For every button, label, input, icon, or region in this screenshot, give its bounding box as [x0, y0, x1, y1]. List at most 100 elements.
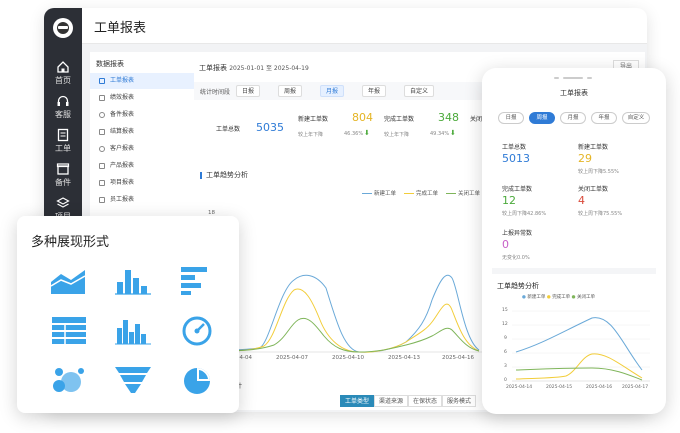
doc-icon — [99, 95, 105, 101]
new-sub: 较上年下降 — [298, 132, 324, 138]
tab-channel[interactable]: 渠道来源 — [374, 395, 408, 407]
new-value: 804 — [352, 111, 373, 124]
period-yearly-button[interactable]: 年报 — [362, 85, 386, 97]
phone-trend-panel: 工单趋势分析 ● 新建工单 ● 完成工单 ● 关闭工单 15 12 9 6 3 … — [492, 274, 656, 404]
phone-title: 工单报表 — [560, 89, 588, 97]
phone-tab-yearly[interactable]: 年报 — [591, 112, 617, 124]
total-value: 5035 — [256, 121, 284, 134]
phone-tab-weekly[interactable]: 周报 — [529, 112, 555, 124]
phone-new-label: 新建工单数 — [578, 144, 609, 151]
sidebar-item-label: 工单 — [55, 144, 71, 153]
phone-mockup: 工单报表 日报 周报 月报 年报 自定义 工单总数 5013 新建工单数 29 … — [482, 68, 666, 414]
done-sub: 较上年下降 — [384, 132, 410, 138]
legend-done: 完成工单 — [404, 189, 438, 197]
x-tick-label: 2025-04-10 — [332, 355, 364, 361]
done-label: 完成工单数 — [384, 116, 415, 123]
card-title: 多种展现形式 — [31, 235, 110, 250]
series-closed-line — [213, 318, 480, 353]
doc-icon — [99, 129, 105, 135]
sidebar-item-home[interactable]: 首页 — [44, 60, 82, 86]
ticket-icon — [57, 128, 69, 142]
table-icon[interactable] — [49, 314, 89, 346]
total-label: 工单总数 — [216, 126, 241, 133]
legend-new: 新建工单 — [362, 189, 396, 197]
phone-done-label: 完成工单数 — [502, 186, 533, 193]
x-tick: 2025-04-17 — [622, 385, 649, 390]
new-label: 新建工单数 — [298, 116, 329, 123]
column-chart-icon[interactable] — [113, 314, 153, 346]
phone-closed-label: 关闭工单数 — [578, 186, 609, 193]
phone-total-label: 工单总数 — [502, 144, 527, 151]
menu-header: 数据报表 — [96, 60, 124, 68]
phone-report-value: 0 — [502, 238, 509, 251]
phone-report-label: 上报异常数 — [502, 230, 533, 237]
sidebar-item-ticket[interactable]: 工单 — [44, 128, 82, 154]
tab-warranty[interactable]: 在保状态 — [408, 395, 442, 407]
period-label: 统计时间段 — [200, 89, 231, 96]
user-icon — [99, 146, 105, 152]
phone-tab-monthly[interactable]: 月报 — [560, 112, 586, 124]
phone-closed-value: 4 — [578, 194, 585, 207]
done-pct: 49.34% — [430, 131, 450, 137]
x-tick: 2025-04-14 — [506, 385, 533, 390]
period-daily-button[interactable]: 日报 — [236, 85, 260, 97]
phone-tab-daily[interactable]: 日报 — [498, 112, 524, 124]
pie-chart-icon[interactable] — [177, 364, 217, 396]
phone-notch — [554, 75, 594, 81]
down-arrow-icon: ⬇ — [364, 129, 370, 137]
gauge-icon[interactable] — [177, 314, 217, 346]
phone-tab-custom[interactable]: 自定义 — [622, 112, 650, 124]
doc-icon — [99, 78, 105, 84]
sidebar-item-service[interactable]: 客服 — [44, 94, 82, 120]
phone-report-sub: 无变化0.0% — [502, 255, 530, 261]
x-tick-label: 2025-04-07 — [276, 355, 308, 361]
series-new-line — [213, 274, 480, 353]
doc-icon — [99, 180, 105, 186]
x-tick: 2025-04-15 — [546, 385, 573, 390]
phone-body: 工单总数 5013 新建工单数 29 较上周下降5.55% 完成工单数 12 较… — [492, 134, 656, 404]
phone-done-sub: 较上周下降42.86% — [502, 211, 547, 217]
sidebar-item-label: 备件 — [55, 178, 71, 187]
box-icon — [56, 163, 70, 175]
tab-ticket-type[interactable]: 工单类型 — [340, 395, 374, 407]
area-chart-icon[interactable] — [49, 264, 89, 296]
user-icon — [99, 197, 105, 203]
sidebar-item-label: 首页 — [55, 76, 71, 85]
phone-new-sub: 较上周下降5.55% — [578, 169, 619, 175]
layers-icon — [56, 197, 70, 208]
screenshot-root: 首页 客服 工单 备件 项目 工单报表 数据报表 — [0, 0, 680, 433]
funnel-icon[interactable] — [113, 364, 153, 396]
x-tick-label: 2025-04-16 — [442, 355, 474, 361]
new-pct: 46.36% — [344, 131, 364, 137]
trend-title: 工单趋势分析 — [200, 172, 248, 179]
report-header: 工单报表 2025-01-01 至 2025-04-19 — [199, 64, 309, 72]
phone-series-new — [515, 317, 643, 371]
doc-icon — [99, 163, 105, 169]
down-arrow-icon: ⬇ — [450, 129, 456, 137]
phone-closed-sub: 较上周下降75.55% — [578, 211, 623, 217]
display-types-card: 多种展现形式 — [17, 216, 239, 413]
period-monthly-button[interactable]: 月报 — [320, 85, 344, 97]
phone-new-value: 29 — [578, 152, 592, 165]
bar-chart-icon[interactable] — [113, 264, 153, 296]
phone-stats: 工单总数 5013 新建工单数 29 较上周下降5.55% 完成工单数 12 较… — [492, 134, 656, 268]
x-tick: 2025-04-16 — [586, 385, 613, 390]
phone-done-value: 12 — [502, 194, 516, 207]
phone-total-value: 5013 — [502, 152, 530, 165]
x-tick-label: 2025-04-13 — [388, 355, 420, 361]
period-weekly-button[interactable]: 周报 — [278, 85, 302, 97]
done-value: 348 — [438, 111, 459, 124]
horizontal-bar-icon[interactable] — [177, 264, 217, 296]
bubble-chart-icon[interactable] — [49, 364, 89, 396]
home-icon — [57, 61, 69, 73]
tab-service-mode[interactable]: 服务模式 — [442, 395, 476, 407]
sidebar-item-label: 客服 — [55, 110, 71, 119]
headset-icon — [57, 95, 69, 106]
avatar[interactable] — [53, 18, 73, 38]
phone-series-done — [515, 353, 643, 380]
top-bar: 工单报表 — [82, 8, 647, 44]
period-custom-button[interactable]: 自定义 — [404, 85, 434, 97]
gear-icon — [99, 112, 105, 118]
closed-label: 关闭 — [470, 116, 483, 123]
sidebar-item-parts[interactable]: 备件 — [44, 162, 82, 188]
